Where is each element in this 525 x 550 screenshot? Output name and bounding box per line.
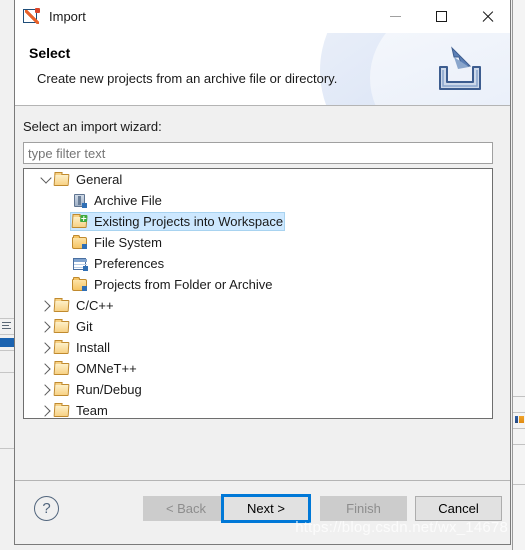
back-button[interactable]: < Back [143,496,229,521]
tree-item-archive-file[interactable]: Archive File [24,190,492,211]
import-pencil-icon [23,8,40,25]
chevron-right-icon[interactable] [38,400,54,418]
folder-open-icon [53,298,71,314]
chevron-right-icon[interactable] [38,379,54,400]
preferences-icon [72,256,89,272]
dialog-button-bar: ? < Back Next > Finish Cancel https://bl… [15,480,510,544]
folder-import-icon [71,214,89,230]
maximize-button[interactable] [418,0,464,33]
folder-open-icon [53,361,71,377]
import-dialog: Import Select Create new projects from a… [14,0,511,545]
watermark-text: https://blog.csdn.net/wx_14678 [295,519,508,536]
background-right-divider [513,396,525,397]
background-right-divider [513,484,525,485]
import-wizard-tree[interactable]: General Archive File Existing Projects int… [23,168,493,419]
finish-button[interactable]: Finish [320,496,407,521]
window-title: Import [49,9,86,24]
background-left-lines-icon [2,322,11,329]
maximize-icon [435,11,447,22]
folder-open-icon [53,172,71,188]
tree-item-git[interactable]: Git [24,316,492,337]
chevron-right-icon[interactable] [38,337,54,358]
tree-item-label: C/C++ [76,298,114,313]
tree-item-preferences[interactable]: Preferences [24,253,492,274]
background-left-divider [0,372,14,373]
folder-open-icon [53,319,71,335]
tree-item-run-debug[interactable]: Run/Debug [24,379,492,400]
tree-item-label: Archive File [94,193,162,208]
cancel-button[interactable]: Cancel [415,496,502,521]
tree-item-existing-projects-into-workspace[interactable]: Existing Projects into Workspace [24,211,492,232]
chevron-down-icon[interactable] [38,169,54,190]
tree-item-label: Git [76,319,93,334]
page-title: Select [29,45,71,61]
archive-file-icon [72,193,89,209]
tree-item-label: Install [76,340,110,355]
background-left-divider [0,350,14,351]
tree-item-omnet[interactable]: OMNeT++ [24,358,492,379]
page-description: Create new projects from an archive file… [37,71,338,86]
folder-open-icon [53,382,71,398]
help-icon[interactable]: ? [34,496,59,521]
tree-item-c-c[interactable]: C/C++ [24,295,492,316]
close-icon [481,10,494,23]
dialog-body: Select an import wizard: General Archive … [15,106,510,480]
background-left-divider [0,318,14,319]
desktop-background: Import Select Create new projects from a… [0,0,525,550]
close-button[interactable] [464,0,510,33]
folder-open-icon [53,403,71,419]
chevron-right-icon[interactable] [38,295,54,316]
background-right-panel [512,0,525,550]
tree-item-label: Existing Projects into Workspace [94,214,284,229]
folder-icon [72,276,89,293]
background-right-divider [513,444,525,445]
import-tray-arrow-icon [432,45,488,95]
background-project-icon [515,415,524,424]
next-button[interactable]: Next > [221,494,311,523]
tree-item-label: File System [94,235,162,250]
minimize-icon [389,16,401,17]
title-bar: Import [15,0,510,33]
tree-item-projects-from-folder-or-archive[interactable]: Projects from Folder or Archive [24,274,492,295]
background-left-selected-item [0,338,14,347]
folder-open-icon [53,340,71,356]
background-right-divider [513,412,525,413]
tree-item-file-system[interactable]: File System [24,232,492,253]
tree-item-label: General [76,172,123,187]
minimize-button[interactable] [372,0,418,33]
tree-item-label: Run/Debug [76,382,142,397]
window-controls [372,0,510,33]
tree-item-label: Preferences [94,256,165,271]
dialog-header-banner: Select Create new projects from an archi… [15,33,510,106]
tree-item-team[interactable]: Team [24,400,492,419]
folder-icon [72,234,89,251]
tree-item-label: Team [76,403,108,418]
background-left-divider [0,334,14,335]
chevron-right-icon[interactable] [38,358,54,379]
tree-item-label: OMNeT++ [76,361,137,376]
chevron-right-icon[interactable] [38,316,54,337]
tree-item-install[interactable]: Install [24,337,492,358]
wizard-prompt-label: Select an import wizard: [23,119,162,134]
background-left-panel [0,0,14,550]
tree-item-label: Projects from Folder or Archive [94,277,273,292]
background-left-divider [0,448,14,449]
tree-item-general[interactable]: General [24,169,492,190]
background-right-divider [513,428,525,429]
filter-input[interactable] [23,142,493,164]
